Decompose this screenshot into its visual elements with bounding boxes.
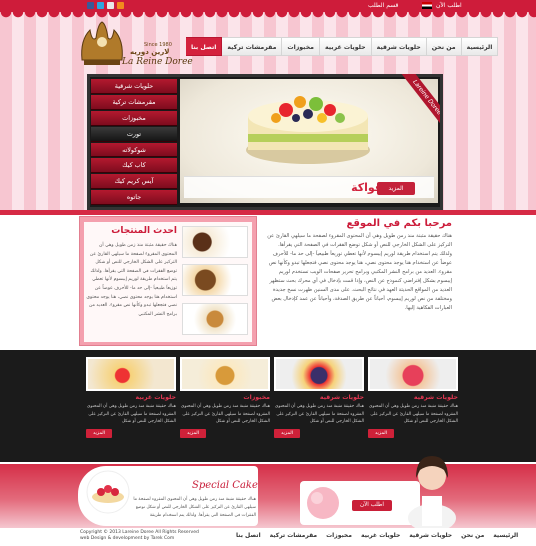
category-text: هناك حقيقة مثبتة منذ زمن طويل وهي أن الم… [275, 404, 364, 424]
credit-text[interactable]: web Design & development by Tarek Com [80, 536, 199, 542]
category-title[interactable]: حلويات غربية [86, 394, 176, 401]
slider-menu-item[interactable]: كاب كيك [91, 158, 177, 174]
footer-link[interactable]: من نحن [461, 532, 484, 539]
slider-menu-item[interactable]: شوكولاته [91, 142, 177, 158]
login-link[interactable]: اطلب الآن [436, 2, 462, 9]
category-card: مخبوزات هناك حقيقة مثبتة منذ زمن طويل وه… [180, 357, 270, 438]
ribbon-text: Lareine Doree [401, 74, 440, 128]
special-cake-text: هناك حقيقة مثبتة منذ زمن طويل وهي أن الم… [133, 497, 256, 518]
category-text: هناك حقيقة مثبتة منذ زمن طويل وهي أن الم… [87, 404, 176, 424]
slider-menu-item[interactable]: حلويات شرقية [91, 79, 177, 94]
footer-link[interactable]: حلويات غربية [361, 532, 400, 539]
nav-item-bakery[interactable]: مخبوزات [282, 37, 321, 56]
girl-photo [408, 456, 456, 528]
category-image[interactable] [274, 357, 364, 391]
category-image[interactable] [86, 357, 176, 391]
category-more-button[interactable]: المزيد [180, 428, 206, 438]
slider-menu-item[interactable]: جاتوه [91, 190, 177, 206]
welcome-text: هناك حقيقة مثبتة منذ زمن طويل وهي أن الم… [267, 233, 452, 311]
category-image[interactable] [180, 357, 270, 391]
scallop-edge [0, 12, 536, 18]
slider-menu-item[interactable]: آيس كريم كيك [91, 174, 177, 190]
twitter-icon[interactable] [97, 2, 104, 9]
slider-menu-item[interactable]: مخبوزات [91, 110, 177, 126]
welcome-title: مرحبا بكم في الموقع [346, 218, 452, 229]
category-card: حلويات غربية هناك حقيقة مثبتة منذ زمن طو… [86, 357, 176, 438]
category-title[interactable]: حلويات شرقية [368, 394, 458, 401]
category-card: حلويات شرقية هناك حقيقة مثبتة منذ زمن طو… [274, 357, 364, 438]
nav-item-western[interactable]: حلويات غربية [320, 37, 372, 56]
slider-menu-item[interactable]: مقرمشات تركية [91, 94, 177, 110]
logo-arabic: لارين دوريه [130, 48, 170, 56]
footer-nav: الرئيسية من نحن حلويات شرقية حلويات غربي… [236, 532, 518, 539]
product-thumb[interactable] [182, 226, 248, 258]
social-links [87, 2, 124, 9]
category-title[interactable]: مخبوزات [180, 394, 270, 401]
footer-link[interactable]: الرئيسية [493, 532, 518, 539]
order-now-button[interactable]: اطلب الآن [352, 500, 392, 511]
category-text: هناك حقيقة مثبتة منذ زمن طويل وهي أن الم… [369, 404, 458, 424]
nav-item-home[interactable]: الرئيسية [461, 37, 499, 56]
special-cake-title: Special Cake [192, 480, 258, 491]
fruit-cake-image [246, 96, 370, 164]
nav-item-turkish[interactable]: مقرمشات تركية [222, 37, 283, 56]
footer-link[interactable]: اتصل بنا [236, 532, 261, 539]
category-title[interactable]: حلويات شرقية [274, 394, 364, 401]
slider-category-menu: حلويات شرقية مقرمشات تركية مخبوزات تورت … [91, 79, 177, 206]
slider-more-button[interactable]: المزيد [377, 182, 415, 195]
cart-link[interactable]: قسم الطلب [368, 2, 398, 9]
category-more-button[interactable]: المزيد [86, 428, 112, 438]
nav-item-contact[interactable]: اتصل بنا [186, 37, 223, 56]
category-image[interactable] [368, 357, 458, 391]
product-thumb[interactable] [182, 264, 248, 296]
category-more-button[interactable]: المزيد [368, 428, 394, 438]
latest-products-text: هناك حقيقة مثبتة منذ زمن طويل وهي أن الم… [86, 243, 177, 317]
category-text: هناك حقيقة مثبتة منذ زمن طويل وهي أن الم… [181, 404, 270, 424]
facebook-icon[interactable] [87, 2, 94, 9]
latest-products-title: احدث المنتجات [111, 226, 177, 236]
crown-logo-icon [81, 21, 123, 65]
copyright: Copyright © 2013 Lareine Doree All Right… [80, 530, 199, 542]
ice-cream-image [307, 487, 339, 519]
category-card: حلويات شرقية هناك حقيقة مثبتة منذ زمن طو… [368, 357, 458, 438]
nav-item-eastern[interactable]: حلويات شرقية [371, 37, 427, 56]
footer-link[interactable]: مقرمشات تركية [270, 532, 318, 539]
category-more-button[interactable]: المزيد [274, 428, 300, 438]
slider-menu-item-active[interactable]: تورت [91, 126, 177, 142]
footer-link[interactable]: مخبوزات [326, 532, 352, 539]
flag-icon[interactable] [422, 2, 432, 9]
youtube-icon[interactable] [107, 2, 114, 9]
nav-item-about[interactable]: من نحن [426, 37, 462, 56]
main-nav: الرئيسية من نحن حلويات شرقية حلويات غربي… [186, 37, 499, 56]
brand-ribbon: Lareine Doree [400, 74, 440, 128]
site-logo[interactable]: Since 1980 لارين دوريه La Reine Doree [78, 20, 198, 72]
footer-link[interactable]: حلويات شرقية [409, 532, 452, 539]
rss-icon[interactable] [117, 2, 124, 9]
logo-latin: La Reine Doree [122, 57, 193, 67]
section-divider [0, 210, 536, 215]
product-thumb[interactable] [182, 303, 248, 335]
